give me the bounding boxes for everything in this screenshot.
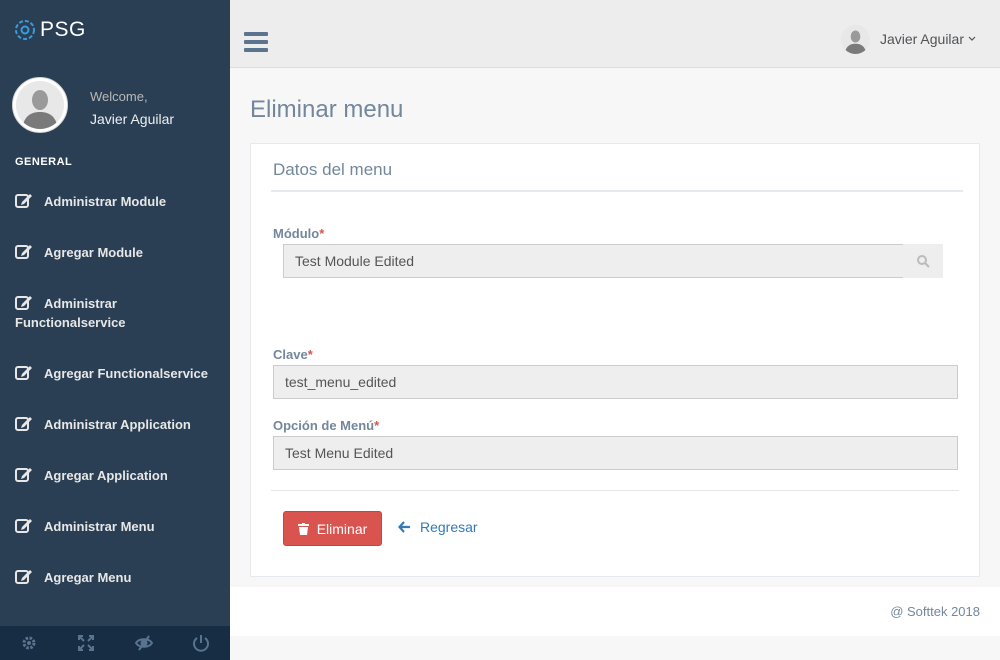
sidebar-item-agregar-functionalservice[interactable]: Agregar Functionalservice bbox=[0, 364, 230, 383]
sidebar-item-agregar-module[interactable]: Agregar Module bbox=[0, 243, 230, 262]
eye-slash-icon[interactable] bbox=[115, 626, 173, 660]
panel-title: Datos del menu bbox=[273, 160, 393, 179]
sidebar-item-administrar-application[interactable]: Administrar Application bbox=[0, 415, 230, 434]
footer-text: @ Softtek 2018 bbox=[890, 604, 980, 619]
chevron-down-icon bbox=[968, 34, 976, 45]
clave-label: Clave* bbox=[273, 347, 313, 362]
opcion-menu-label: Opción de Menú* bbox=[273, 418, 380, 433]
search-icon[interactable] bbox=[903, 244, 943, 278]
sidebar-item-administrar-module[interactable]: Administrar Module bbox=[0, 192, 230, 211]
modulo-field[interactable]: Test Module Edited bbox=[283, 244, 904, 278]
sidebar-item-administrar-functionalservice[interactable]: Administrar Functionalservice bbox=[0, 294, 150, 332]
sidebar-item-label: Agregar Application bbox=[44, 468, 168, 483]
user-name: Javier Aguilar bbox=[879, 31, 964, 47]
sidebar-item-label: Administrar Application bbox=[44, 417, 191, 432]
logout-icon[interactable] bbox=[173, 626, 231, 660]
arrow-left-icon bbox=[398, 521, 411, 533]
divider bbox=[271, 190, 963, 192]
form-panel: Datos del menu Módulo* Test Module Edite… bbox=[250, 143, 980, 577]
top-navbar: Javier Aguilar bbox=[230, 0, 1000, 68]
clave-field[interactable]: test_menu_edited bbox=[273, 365, 958, 399]
sidebar-item-label: Administrar Menu bbox=[44, 519, 155, 534]
edit-icon bbox=[15, 364, 33, 380]
settings-icon[interactable] bbox=[0, 626, 58, 660]
welcome-text: Welcome, bbox=[90, 89, 148, 104]
profile-name: Javier Aguilar bbox=[90, 111, 175, 127]
sidebar-item-label: Agregar Functionalservice bbox=[44, 366, 208, 381]
user-menu[interactable]: Javier Aguilar bbox=[840, 24, 976, 54]
sidebar-item-label: Administrar Module bbox=[44, 194, 167, 209]
menu-toggle-icon[interactable] bbox=[244, 32, 268, 54]
edit-icon bbox=[15, 517, 33, 533]
sidebar-item-label: Agregar Menu bbox=[44, 570, 132, 585]
brand-logo-icon bbox=[14, 19, 36, 41]
edit-icon bbox=[15, 243, 33, 259]
sidebar-item-agregar-menu[interactable]: Agregar Menu bbox=[0, 568, 230, 587]
page-title: Eliminar menu bbox=[250, 96, 404, 123]
fullscreen-icon[interactable] bbox=[58, 626, 116, 660]
user-avatar bbox=[840, 24, 870, 54]
sidebar: PSG Welcome, Javier Aguilar GENERAL Admi… bbox=[0, 0, 230, 660]
edit-icon bbox=[15, 294, 33, 310]
edit-icon bbox=[15, 415, 33, 431]
sidebar-item-agregar-application[interactable]: Agregar Application bbox=[0, 466, 230, 485]
back-link[interactable]: Regresar bbox=[398, 519, 478, 535]
divider bbox=[271, 490, 959, 491]
edit-icon bbox=[15, 192, 33, 208]
brand-name: PSG bbox=[40, 18, 86, 41]
profile: Welcome, Javier Aguilar bbox=[12, 77, 222, 133]
delete-button-label: Eliminar bbox=[316, 520, 368, 537]
modulo-label: Módulo* bbox=[273, 226, 325, 241]
trash-icon bbox=[297, 522, 309, 535]
sidebar-item-label: Agregar Module bbox=[44, 245, 143, 260]
avatar bbox=[12, 77, 68, 133]
page-footer: @ Softtek 2018 bbox=[230, 587, 1000, 636]
brand[interactable]: PSG bbox=[14, 16, 86, 44]
section-title: GENERAL bbox=[15, 156, 73, 168]
sidebar-item-administrar-menu[interactable]: Administrar Menu bbox=[0, 517, 230, 536]
delete-button[interactable]: Eliminar bbox=[283, 511, 382, 546]
edit-icon bbox=[15, 466, 33, 482]
sidebar-footer bbox=[0, 626, 230, 660]
back-link-label: Regresar bbox=[420, 519, 478, 535]
opcion-menu-field[interactable]: Test Menu Edited bbox=[273, 436, 958, 470]
edit-icon bbox=[15, 568, 33, 584]
